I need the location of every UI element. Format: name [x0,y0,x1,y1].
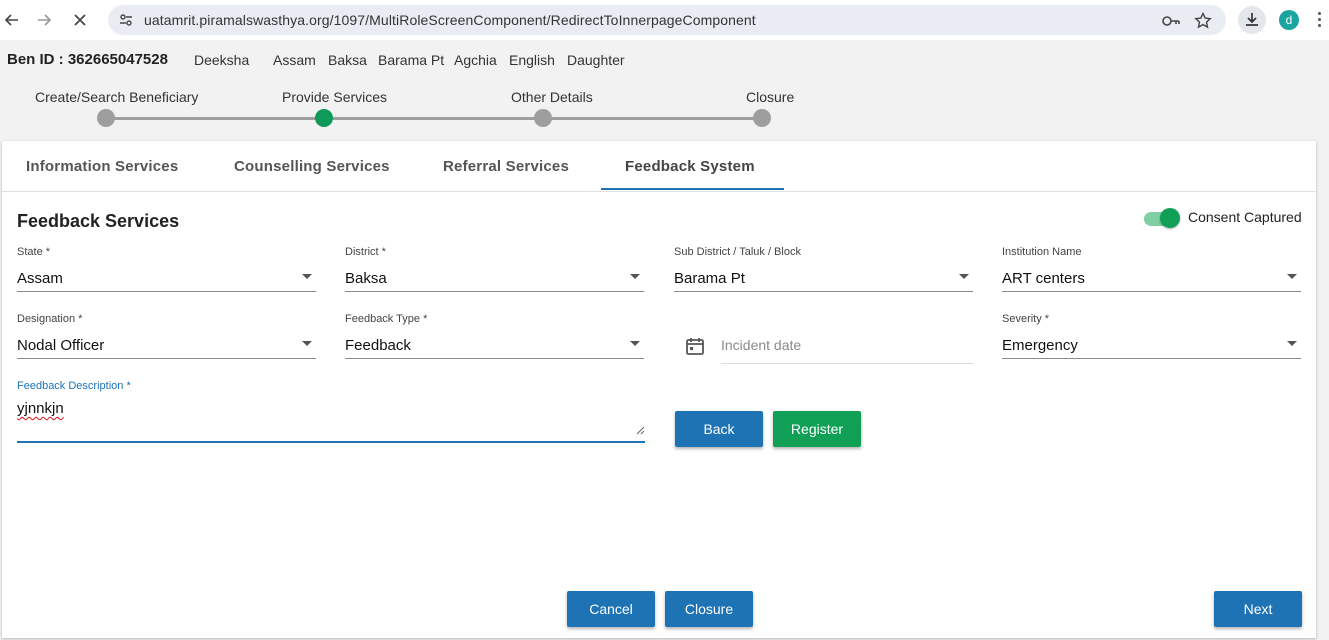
step-dot-create-search[interactable] [97,109,115,127]
chevron-down-icon [1287,341,1297,346]
severity-select[interactable]: Severity * Emergency [1002,313,1301,359]
feedback-type-label: Feedback Type * [345,313,428,325]
beneficiary-district: Baksa [328,52,367,68]
chevron-down-icon [1287,274,1297,279]
chevron-down-icon [302,274,312,279]
state-select[interactable]: State * Assam [17,246,316,292]
feedback-description-label: Feedback Description * [17,380,131,392]
subdistrict-label: Sub District / Taluk / Block [674,246,801,258]
designation-value: Nodal Officer [17,337,105,354]
designation-select[interactable]: Designation * Nodal Officer [17,313,316,359]
incident-date-input[interactable]: Incident date [721,337,973,364]
password-key-icon[interactable] [1161,12,1180,30]
services-card: Information Services Counselling Service… [2,141,1316,638]
section-title: Feedback Services [17,211,180,231]
forward-arrow-icon[interactable] [32,8,56,32]
step-label-create-search: Create/Search Beneficiary [35,89,199,105]
beneficiary-state: Assam [273,52,316,68]
resize-handle-icon[interactable] [636,422,645,435]
institution-select[interactable]: Institution Name ART centers [1002,246,1301,292]
designation-label: Designation * [17,313,83,325]
consent-toggle[interactable] [1144,207,1180,229]
stepper-line [106,117,763,120]
site-settings-icon[interactable] [118,12,134,28]
ben-id: Ben ID : 362665047528 [7,51,168,68]
url-text[interactable]: uatamrit.piramalswasthya.org/1097/MultiR… [144,12,756,28]
feedback-description-input[interactable]: yjnnkjn [17,400,64,417]
chevron-down-icon [959,274,969,279]
register-button[interactable]: Register [773,411,861,447]
stop-loading-icon[interactable] [68,8,92,32]
beneficiary-subdistrict: Barama Pt [378,52,445,68]
institution-label: Institution Name [1002,246,1082,258]
tab-counselling-services[interactable]: Counselling Services [234,158,390,175]
step-label-provide-services: Provide Services [282,89,388,105]
chevron-down-icon [630,341,640,346]
step-dot-other-details[interactable] [534,109,552,127]
beneficiary-name: Deeksha [194,52,250,68]
calendar-icon[interactable] [685,336,705,356]
tab-feedback-system[interactable]: Feedback System [625,158,755,175]
bookmark-star-icon[interactable] [1194,11,1212,30]
beneficiary-relation: Daughter [567,52,625,68]
browser-toolbar: uatamrit.piramalswasthya.org/1097/MultiR… [0,0,1329,40]
feedback-type-select[interactable]: Feedback Type * Feedback [345,313,644,359]
state-label: State * [17,246,51,258]
step-label-other-details: Other Details [511,89,593,105]
active-tab-indicator [601,188,784,190]
service-tabs: Information Services Counselling Service… [2,141,1316,192]
back-arrow-icon[interactable] [0,8,24,32]
subdistrict-select[interactable]: Sub District / Taluk / Block Barama Pt [674,246,973,292]
tab-information-services[interactable]: Information Services [26,158,178,175]
beneficiary-language: English [509,52,555,68]
step-dot-closure[interactable] [753,109,771,127]
feedback-description-underline [17,441,645,443]
step-label-closure: Closure [746,89,795,105]
severity-label: Severity * [1002,313,1050,325]
progress-stepper: Create/Search Beneficiary Provide Servic… [0,75,1329,140]
consent-label: Consent Captured [1188,209,1302,225]
cancel-button[interactable]: Cancel [567,591,655,627]
institution-value: ART centers [1002,270,1085,287]
state-value: Assam [17,270,63,287]
beneficiary-info-bar: Ben ID : 362665047528 Deeksha Assam Baks… [0,40,1329,75]
step-dot-provide-services[interactable] [315,109,333,127]
next-button[interactable]: Next [1214,591,1302,627]
chevron-down-icon [302,341,312,346]
district-select[interactable]: District * Baksa [345,246,644,292]
tab-referral-services[interactable]: Referral Services [443,158,569,175]
address-bar[interactable]: uatamrit.piramalswasthya.org/1097/MultiR… [108,5,1226,35]
browser-menu-icon[interactable] [1318,12,1322,30]
download-icon[interactable] [1238,6,1266,34]
chevron-down-icon [630,274,640,279]
district-value: Baksa [345,270,387,287]
back-button[interactable]: Back [675,411,763,447]
subdistrict-value: Barama Pt [674,270,745,287]
severity-value: Emergency [1002,337,1078,354]
profile-avatar[interactable]: d [1279,10,1299,30]
district-label: District * [345,246,386,258]
closure-button[interactable]: Closure [665,591,753,627]
beneficiary-village: Agchia [454,52,497,68]
feedback-type-value: Feedback [345,337,411,354]
